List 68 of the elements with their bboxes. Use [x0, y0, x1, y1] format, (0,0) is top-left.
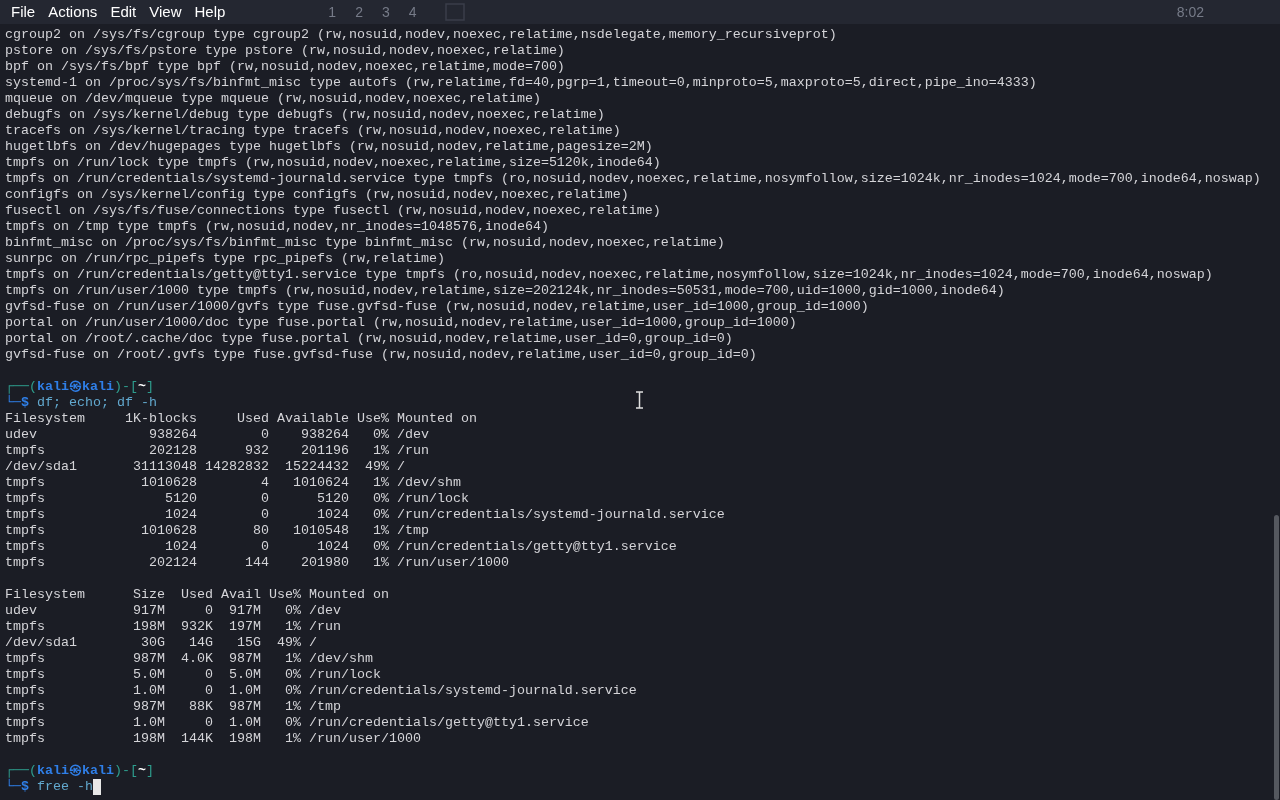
terminal-output-line: tmpfs 1.0M 0 1.0M 0% /run/credentials/getty@tty1.service	[5, 715, 589, 731]
terminal-output-line: bpf on /sys/fs/bpf type bpf (rw,nosuid,nodev,noexec,relatime,mode=700)	[5, 59, 565, 75]
terminal-output-line: udev 917M 0 917M 0% /dev	[5, 603, 341, 619]
workspace-number[interactable]: 4	[408, 1, 417, 23]
terminal-output-line: /dev/sda1 31113048 14282832 15224432 49% /	[5, 459, 405, 475]
prompt-directory: ~	[138, 379, 146, 395]
terminal-output-line: tmpfs on /run/user/1000 type tmpfs (rw,nosuid,nodev,relatime,size=202124k,nr_inodes=50531,mode=700,uid=1000,gid=1000,inode64)	[5, 283, 1005, 299]
workspace-number[interactable]: 3	[381, 1, 390, 23]
menu-item[interactable]: Help	[189, 0, 231, 24]
prompt-frame: ┌──(	[5, 379, 37, 395]
command-text: df; echo; df -h	[37, 395, 157, 411]
terminal-output-line: debugfs on /sys/kernel/debug type debugfs (rw,nosuid,nodev,noexec,relatime)	[5, 107, 605, 123]
prompt-sign: └─$	[5, 779, 29, 795]
terminal-output-line: tmpfs 1.0M 0 1.0M 0% /run/credentials/systemd-journald.service	[5, 683, 637, 699]
terminal-output-line: Filesystem Size Used Avail Use% Mounted on	[5, 587, 389, 603]
prompt-frame: ┌──(	[5, 763, 37, 779]
terminal-output-line: portal on /root/.cache/doc type fuse.portal (rw,nosuid,nodev,relatime,user_id=0,group_id=0)	[5, 331, 733, 347]
terminal-output-line: tmpfs 202128 932 201196 1% /run	[5, 443, 429, 459]
prompt-frame: ]	[146, 379, 154, 395]
command-text: free -h	[37, 779, 93, 795]
terminal-output-line: sunrpc on /run/rpc_pipefs type rpc_pipefs (rw,relatime)	[5, 251, 445, 267]
terminal-output-line: tmpfs 198M 932K 197M 1% /run	[5, 619, 341, 635]
terminal-output-line: tmpfs 198M 144K 198M 1% /run/user/1000	[5, 731, 421, 747]
terminal-output-line: fusectl on /sys/fs/fuse/connections type fusectl (rw,nosuid,nodev,noexec,relatime)	[5, 203, 661, 219]
workspace-number[interactable]: 2	[355, 1, 363, 23]
terminal-output-line: binfmt_misc on /proc/sys/fs/binfmt_misc type binfmt_misc (rw,nosuid,nodev,noexec,relatime)	[5, 235, 725, 251]
terminal-output-line: /dev/sda1 30G 14G 15G 49% /	[5, 635, 317, 651]
prompt-sign: └─$	[5, 395, 29, 411]
menu-item[interactable]: View	[144, 0, 187, 24]
terminal-output-line: mqueue on /dev/mqueue type mqueue (rw,nosuid,nodev,noexec,relatime)	[5, 91, 541, 107]
clock: 8:02	[1176, 2, 1204, 22]
text-cursor	[93, 779, 101, 795]
terminal-output-line: tmpfs on /run/credentials/getty@tty1.service type tmpfs (ro,nosuid,nodev,noexec,relatime,nosymfollow,size=1024k,nr_inodes=1024,mode=700,inode64,noswap)	[5, 267, 1213, 283]
terminal-output-line: tmpfs 5.0M 0 5.0M 0% /run/lock	[5, 667, 381, 683]
terminal-output-line: portal on /run/user/1000/doc type fuse.portal (rw,nosuid,nodev,relatime,user_id=1000,group_id=1000)	[5, 315, 797, 331]
scrollbar-thumb[interactable]	[1274, 515, 1279, 800]
terminal-output-line: configfs on /sys/kernel/config type configfs (rw,nosuid,nodev,noexec,relatime)	[5, 187, 629, 203]
prompt-user-host: kali㉿kali	[37, 763, 114, 779]
terminal-output-line: Filesystem 1K-blocks Used Available Use% Mounted on	[5, 411, 477, 427]
terminal-output-line: gvfsd-fuse on /root/.gvfs type fuse.gvfsd-fuse (rw,nosuid,nodev,relatime,user_id=0,group_id=0)	[5, 347, 757, 363]
terminal-output-line: tmpfs on /run/lock type tmpfs (rw,nosuid,nodev,noexec,relatime,size=5120k,inode64)	[5, 155, 661, 171]
terminal-output-line: udev 938264 0 938264 0% /dev	[5, 427, 429, 443]
terminal-output-line: tmpfs 1024 0 1024 0% /run/credentials/systemd-journald.service	[5, 507, 725, 523]
prompt-frame: )-[	[114, 379, 138, 395]
menu-item[interactable]: Actions	[43, 0, 103, 24]
prompt-directory: ~	[138, 763, 146, 779]
terminal-output-line: tmpfs on /run/credentials/systemd-journald.service type tmpfs (ro,nosuid,nodev,noexec,relatime,nosymfollow,size=1024k,nr_inodes=1024,mode=700,inode64,noswap)	[5, 171, 1261, 187]
terminal-output-line: gvfsd-fuse on /run/user/1000/gvfs type fuse.gvfsd-fuse (rw,nosuid,nodev,relatime,user_id=1000,group_id=1000)	[5, 299, 869, 315]
terminal-output-line: hugetlbfs on /dev/hugepages type hugetlbfs (rw,nosuid,nodev,relatime,pagesize=2M)	[5, 139, 653, 155]
terminal-output-line: pstore on /sys/fs/pstore type pstore (rw,nosuid,nodev,noexec,relatime)	[5, 43, 565, 59]
menu-item[interactable]: File	[6, 0, 41, 24]
terminal-output-line: tmpfs 5120 0 5120 0% /run/lock	[5, 491, 469, 507]
prompt-frame: )-[	[114, 763, 138, 779]
terminal-output-line: tmpfs 1010628 4 1010624 1% /dev/shm	[5, 475, 461, 491]
terminal-output-line: tmpfs 202124 144 201980 1% /run/user/1000	[5, 555, 509, 571]
terminal-output-line: tmpfs 1010628 80 1010548 1% /tmp	[5, 523, 429, 539]
text-cursor-icon	[635, 391, 644, 409]
terminal-output-line: tmpfs 1024 0 1024 0% /run/credentials/getty@tty1.service	[5, 539, 677, 555]
terminal-output-line: systemd-1 on /proc/sys/fs/binfmt_misc type autofs (rw,relatime,fd=40,pgrp=1,timeout=0,minproto=5,maxproto=5,direct,pipe_ino=4333)	[5, 75, 1037, 91]
prompt-frame: ]	[146, 763, 154, 779]
terminal-output-line: tmpfs on /tmp type tmpfs (rw,nosuid,nodev,nr_inodes=1048576,inode64)	[5, 219, 549, 235]
terminal-output-line: cgroup2 on /sys/fs/cgroup type cgroup2 (rw,nosuid,nodev,noexec,relatime,nsdelegate,memory_recursiveprot)	[5, 27, 837, 43]
terminal-output-line: tmpfs 987M 4.0K 987M 1% /dev/shm	[5, 651, 373, 667]
workspace-number[interactable]: 1	[328, 1, 337, 23]
menu-item[interactable]: Edit	[105, 0, 142, 24]
terminal-output-line: tmpfs 987M 88K 987M 1% /tmp	[5, 699, 341, 715]
prompt-user-host: kali㉿kali	[37, 379, 114, 395]
terminal-output-line: tracefs on /sys/kernel/tracing type tracefs (rw,nosuid,nodev,noexec,relatime)	[5, 123, 621, 139]
